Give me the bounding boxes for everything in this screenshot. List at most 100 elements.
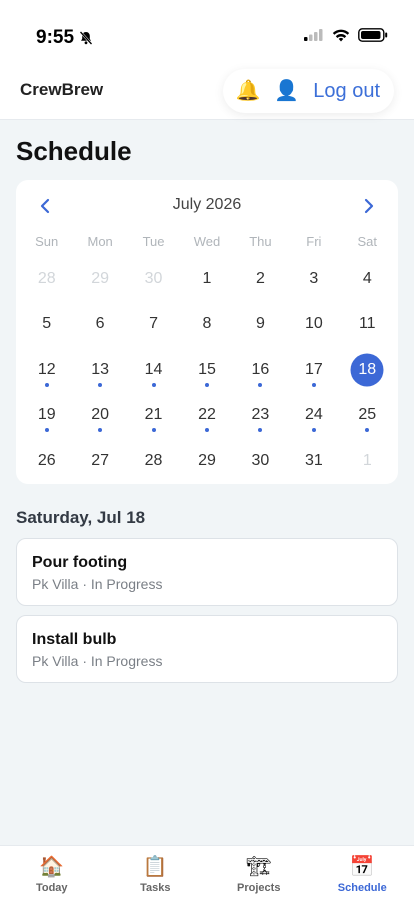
task-card[interactable]: Install bulb Pk Villa · In Progress: [16, 615, 398, 683]
calendar-day-number: 29: [198, 451, 216, 469]
calendar-day-number: 17: [304, 360, 323, 378]
battery-icon: [358, 28, 388, 42]
task-title: Install bulb: [32, 631, 117, 648]
calendar-day[interactable]: 29: [73, 256, 126, 302]
calendar-day[interactable]: 10: [287, 302, 340, 348]
calendar-day-number: 29: [91, 269, 110, 287]
calendar-day-number: 9: [255, 315, 265, 333]
calendar-day[interactable]: 30: [234, 438, 287, 484]
tab-tasks[interactable]: 📋 Tasks: [104, 846, 208, 900]
event-dot-indicator: [258, 428, 263, 432]
calendar-day[interactable]: 1: [341, 438, 394, 484]
weekday-label: Tue: [142, 234, 165, 249]
calendar-day[interactable]: 29: [180, 438, 233, 484]
event-dot-indicator: [365, 428, 370, 432]
calendar-day[interactable]: 26: [20, 438, 73, 484]
bell-icon[interactable]: 🔔: [235, 81, 260, 101]
header-actions: 🔔 👤 Log out: [223, 69, 394, 113]
calendar-day[interactable]: 1: [180, 256, 233, 302]
logout-button[interactable]: Log out: [313, 80, 380, 103]
calendar-day-number: 8: [202, 315, 212, 333]
task-title: Pour footing: [32, 554, 128, 571]
calendar-day-number: 10: [304, 315, 323, 333]
calendar-day[interactable]: 15: [180, 347, 233, 393]
tab-label: Today: [35, 882, 68, 894]
calendar-day[interactable]: 2: [234, 256, 287, 302]
calendar-day-number: 13: [91, 360, 110, 378]
event-dot-indicator: [44, 428, 49, 432]
calendar-day[interactable]: 3: [287, 256, 340, 302]
calendar-day[interactable]: 16: [234, 347, 287, 393]
calendar-day[interactable]: 27: [73, 438, 126, 484]
calendar-day[interactable]: 12: [20, 347, 73, 393]
day-grid: 28 29 30 1 2 3 4 5 6 7 8 9 10 11 12 13 14 15 16 17 18 19 20 21 2…: [20, 256, 394, 484]
calendar-day[interactable]: 25: [341, 393, 394, 439]
calendar-day[interactable]: 31: [287, 438, 340, 484]
calendar-day[interactable]: 8: [180, 302, 233, 348]
status-icons: [304, 28, 388, 42]
event-dot-indicator: [98, 428, 103, 432]
tab-projects[interactable]: 🏗 Projects: [207, 846, 311, 900]
weekday-label: Thu: [249, 234, 272, 249]
event-dot-indicator: [98, 382, 103, 387]
calendar-day-number: 24: [304, 406, 323, 424]
tab-schedule[interactable]: 📅 Schedule: [311, 846, 414, 900]
calendar-day[interactable]: 4: [341, 256, 394, 302]
calendar-day[interactable]: 5: [20, 302, 73, 348]
event-dot-indicator: [44, 382, 49, 387]
status-bar: 9:55: [0, 0, 414, 62]
clock-text: 9:55: [36, 27, 75, 48]
event-dot-indicator: [151, 382, 156, 387]
calendar-day-number: 4: [362, 269, 372, 287]
calendar-day-number: 22: [198, 406, 216, 424]
calendar-day-number: 19: [37, 406, 56, 424]
calendar-day[interactable]: 30: [127, 256, 180, 302]
calendar-day-number: 7: [149, 315, 159, 333]
app-brand: CrewBrew: [20, 80, 104, 99]
calendar-day[interactable]: 11: [341, 302, 394, 348]
calendar-day-number: 3: [309, 269, 319, 287]
calendar-day-number: 1: [362, 451, 372, 469]
calendar-day[interactable]: 28: [127, 438, 180, 484]
bell-slash-icon: [79, 31, 93, 45]
weekday-label: Sat: [357, 234, 378, 249]
calendar-day-number: 18: [358, 360, 377, 378]
task-subtitle: Pk Villa · In Progress: [32, 653, 163, 669]
calendar-day[interactable]: 6: [73, 302, 126, 348]
calendar-day-number: 20: [91, 406, 110, 424]
calendar-day-number: 11: [358, 315, 376, 333]
next-month-button[interactable]: [357, 194, 381, 218]
task-card[interactable]: Pour footing Pk Villa · In Progress: [16, 538, 398, 606]
calendar-header: July 2026: [16, 192, 398, 220]
calendar-day-number: 1: [202, 269, 212, 287]
calendar-day[interactable]: 14: [127, 347, 180, 393]
calendar-day[interactable]: 22: [180, 393, 233, 439]
calendar-day[interactable]: 13: [73, 347, 126, 393]
calendar-day-number: 14: [144, 360, 163, 378]
calendar-day[interactable]: 21: [127, 393, 180, 439]
weekday-label: Mon: [87, 234, 113, 249]
calendar-day-number: 27: [91, 451, 110, 469]
calendar-day-number: 30: [144, 269, 163, 287]
calendar-card: July 2026 Sun Mon Tue Wed Thu Fri Sat 28 29 30 1 2…: [16, 180, 398, 484]
weekday-label: Sun: [35, 234, 59, 249]
calendar-day[interactable]: 28: [20, 256, 73, 302]
calendar-day[interactable]: 24: [287, 393, 340, 439]
bottom-tab-bar: 🏠 Today 📋 Tasks 🏗 Projects 📅 Schedule: [0, 845, 414, 900]
calendar-day-number: 23: [251, 406, 270, 424]
crane-icon: 🏗: [246, 856, 272, 878]
calendar-day[interactable]: 17: [287, 347, 340, 393]
status-time: 9:55: [36, 27, 94, 49]
tab-today[interactable]: 🏠 Today: [0, 846, 104, 900]
calendar-day-number: 5: [42, 315, 52, 333]
app-header: CrewBrew 🔔 👤 Log out: [0, 62, 414, 120]
calendar-day[interactable]: 19: [20, 393, 73, 439]
tab-label: Schedule: [337, 882, 387, 894]
calendar-day[interactable]: 20: [73, 393, 126, 439]
calendar-day-selected[interactable]: 18: [341, 347, 394, 393]
calendar-day[interactable]: 23: [234, 393, 287, 439]
calendar-day[interactable]: 9: [234, 302, 287, 348]
calendar-day[interactable]: 7: [127, 302, 180, 348]
profile-icon[interactable]: 👤: [274, 81, 299, 101]
weekday-label: Fri: [306, 234, 322, 249]
